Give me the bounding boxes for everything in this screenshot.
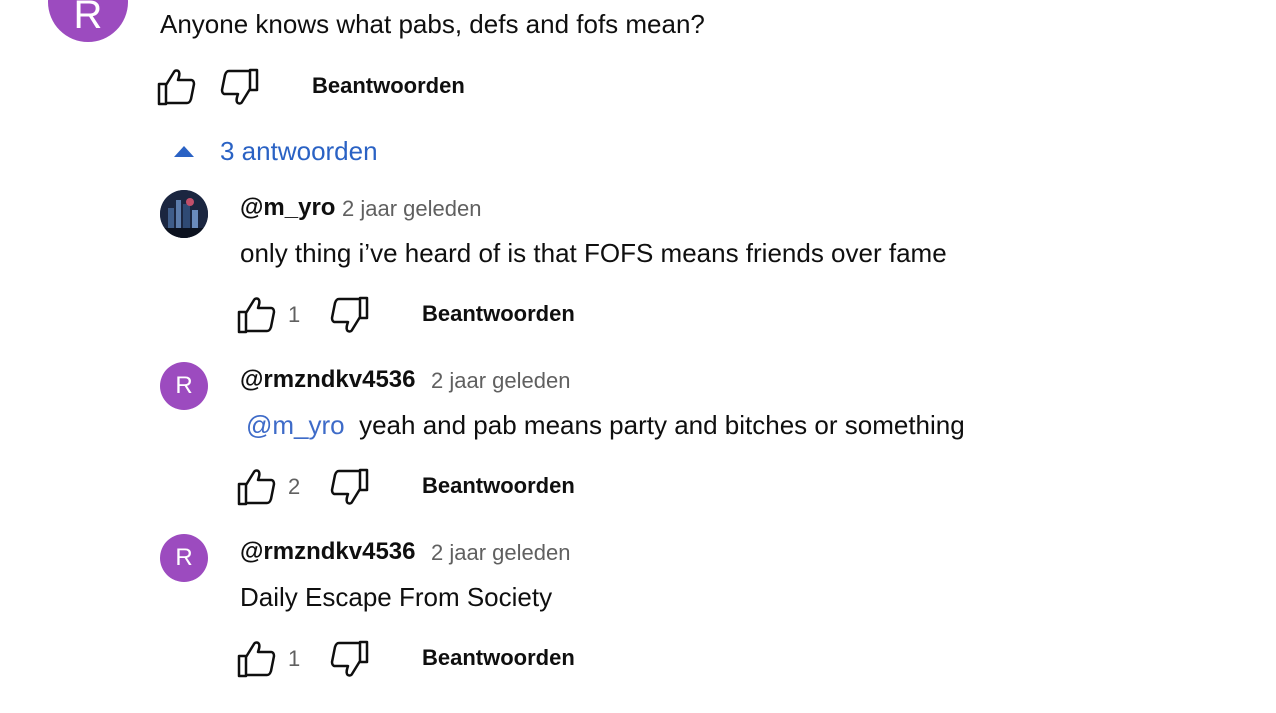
- like-icon[interactable]: [156, 68, 196, 106]
- reply-handle[interactable]: @m_yro: [240, 194, 335, 222]
- reply-button[interactable]: Beantwoorden: [422, 473, 575, 499]
- dislike-icon[interactable]: [330, 468, 370, 506]
- avatar-letter: R: [73, 0, 103, 37]
- reply-avatar[interactable]: R: [160, 534, 208, 582]
- reply-button[interactable]: Beantwoorden: [422, 645, 575, 671]
- top-comment-avatar[interactable]: R: [48, 0, 128, 42]
- like-count: 1: [288, 302, 301, 327]
- dislike-icon[interactable]: [330, 640, 370, 678]
- like-icon[interactable]: [236, 640, 276, 678]
- avatar-letter: R: [175, 372, 193, 399]
- reply-timestamp: 2 jaar geleden: [342, 196, 482, 221]
- reply-text: Daily Escape From Society: [240, 582, 553, 612]
- reply-handle[interactable]: @rmzndkv4536: [240, 538, 416, 566]
- replies-toggle[interactable]: 3 antwoorden: [160, 136, 378, 167]
- reply-avatar[interactable]: [160, 190, 208, 238]
- like-icon[interactable]: [236, 296, 276, 334]
- reply-text: only thing i’ve heard of is that FOFS me…: [240, 238, 947, 268]
- dislike-icon[interactable]: [330, 296, 370, 334]
- avatar-letter: R: [175, 544, 193, 571]
- top-comment-text: Anyone knows what pabs, defs and fofs me…: [160, 9, 705, 39]
- reply-avatar[interactable]: R: [160, 362, 208, 410]
- replies-toggle-label: 3 antwoorden: [220, 136, 378, 166]
- reply-handle[interactable]: @rmzndkv4536: [240, 366, 416, 394]
- reply-text: yeah and pab means party and bitches or …: [359, 410, 965, 440]
- reply-timestamp: 2 jaar geleden: [431, 368, 571, 393]
- dislike-icon[interactable]: [220, 68, 260, 106]
- chevron-up-icon: [174, 146, 194, 157]
- mention-link[interactable]: @m_yro: [246, 410, 345, 440]
- like-count: 1: [288, 646, 301, 671]
- like-icon[interactable]: [236, 468, 276, 506]
- reply-text-line: @m_yro yeah and pab means party and bitc…: [246, 409, 965, 441]
- reply-button[interactable]: Beantwoorden: [422, 301, 575, 327]
- reply-timestamp: 2 jaar geleden: [431, 540, 571, 565]
- reply-button[interactable]: Beantwoorden: [312, 73, 465, 99]
- like-count: 2: [288, 474, 301, 499]
